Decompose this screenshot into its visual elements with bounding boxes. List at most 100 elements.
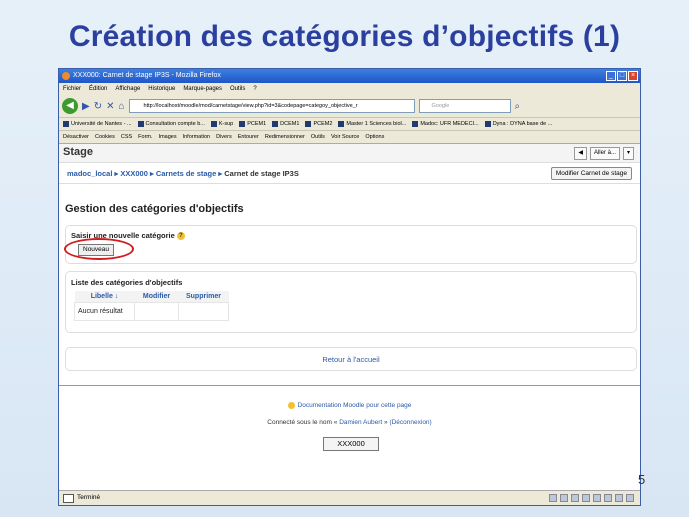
page-icon: [210, 120, 217, 127]
search-icon[interactable]: ⌕: [515, 101, 521, 112]
bookmark-item[interactable]: PCEM1: [239, 118, 266, 130]
slide-title: Création des catégories d’objectifs (1): [68, 20, 621, 53]
menu-fichier[interactable]: Fichier: [63, 83, 81, 95]
addon-icon[interactable]: [571, 494, 579, 502]
footer-divider: [59, 385, 640, 386]
menu-bar: Fichier Édition Affichage Historique Mar…: [59, 83, 640, 95]
dev-item[interactable]: Cookies: [95, 131, 115, 143]
developer-toolbar: Désactiver Cookies CSS Form. Images Info…: [59, 131, 640, 144]
prev-arrow-icon[interactable]: ◀: [574, 147, 587, 160]
addon-icon[interactable]: [604, 494, 612, 502]
menu-outils[interactable]: Outils: [230, 83, 245, 95]
url-bar[interactable]: http://localhost/moodle/mod/carnetstage/…: [128, 99, 415, 113]
doc-link[interactable]: Documentation Moodle pour cette page: [298, 402, 412, 409]
window-title: XXX000: Carnet de stage IP3S - Mozilla F…: [73, 72, 221, 79]
page-icon: [338, 120, 345, 127]
bookmark-item[interactable]: Consultation compte b...: [137, 118, 205, 130]
stop-icon[interactable]: ✕: [106, 101, 114, 112]
page-icon: [412, 120, 419, 127]
bookmark-item[interactable]: K-sup: [210, 118, 233, 130]
menu-edition[interactable]: Édition: [89, 83, 107, 95]
section-title: Gestion des catégories d'objectifs: [65, 203, 244, 215]
breadcrumb-link[interactable]: XXX000: [120, 169, 148, 178]
home-icon[interactable]: ⌂: [118, 101, 124, 112]
table-cell: [178, 302, 229, 321]
breadcrumb: madoc_local ▸ XXX000 ▸ Carnets de stage …: [59, 163, 640, 184]
addon-icon[interactable]: [615, 494, 623, 502]
menu-affichage[interactable]: Affichage: [115, 83, 140, 95]
breadcrumb-link[interactable]: madoc_local: [67, 169, 112, 178]
bookmark-item[interactable]: Master 1 Sciences biol...: [338, 118, 406, 130]
addon-icon[interactable]: [593, 494, 601, 502]
slide-page-number: 5: [638, 472, 646, 487]
page-status-icon: [63, 494, 74, 503]
jump-select[interactable]: Aller à...: [589, 147, 620, 160]
forward-arrow-icon[interactable]: ▶: [82, 101, 90, 112]
dev-item[interactable]: Options: [365, 131, 384, 143]
dev-item[interactable]: CSS: [121, 131, 132, 143]
column-libelle[interactable]: Libelle ↓: [74, 291, 135, 303]
category-table: Libelle ↓ Modifier Supprimer Aucun résul…: [74, 291, 229, 321]
user-link[interactable]: Damien Aubert: [339, 419, 382, 426]
breadcrumb-current: Carnet de stage IP3S: [224, 169, 299, 178]
dev-item[interactable]: Divers: [216, 131, 232, 143]
reload-icon[interactable]: ↻: [94, 101, 102, 112]
dev-item[interactable]: Redimensionner: [265, 131, 305, 143]
logout-link[interactable]: (Déconnexion): [389, 419, 431, 426]
page-header-title: Stage: [63, 146, 93, 158]
dev-item[interactable]: Entourer: [238, 131, 259, 143]
search-input[interactable]: Google: [418, 99, 511, 113]
chevron-down-icon[interactable]: ▾: [622, 147, 634, 160]
bookmark-item[interactable]: PCEM2: [305, 118, 332, 130]
addon-icon[interactable]: [582, 494, 590, 502]
window-titlebar: XXX000: Carnet de stage IP3S - Mozilla F…: [59, 69, 640, 83]
logged-info: Connecté sous le nom « Damien Aubert » (…: [267, 419, 432, 426]
breadcrumb-link[interactable]: Carnets de stage: [156, 169, 216, 178]
browser-window: XXX000: Carnet de stage IP3S - Mozilla F…: [58, 68, 641, 506]
addon-icon[interactable]: [626, 494, 634, 502]
course-button[interactable]: XXX000: [323, 437, 379, 451]
addon-icon[interactable]: [560, 494, 568, 502]
table-row: Aucun résultat: [74, 302, 229, 321]
edit-carnet-button[interactable]: Modifier Carnet de stage: [550, 167, 632, 180]
empty-result: Aucun résultat: [74, 302, 135, 321]
firefox-icon: [62, 72, 70, 80]
bookmark-item[interactable]: Dyna : DYNA base de ...: [484, 118, 552, 130]
bookmark-item[interactable]: DCEM1: [272, 118, 299, 130]
help-icon[interactable]: ?: [176, 232, 185, 241]
page-icon: [272, 120, 279, 127]
back-arrow-icon[interactable]: ◀: [62, 98, 78, 114]
page-icon: [239, 120, 246, 127]
dev-item[interactable]: Information: [183, 131, 211, 143]
category-list-label: Liste des catégories d'objectifs: [71, 278, 183, 287]
close-button[interactable]: ×: [628, 71, 638, 81]
navigation-toolbar: ◀ ▶ ↻ ✕ ⌂ http://localhost/moodle/mod/ca…: [59, 95, 640, 118]
highlight-circle: [64, 238, 134, 260]
doc-icon: [287, 402, 295, 409]
menu-marque-pages[interactable]: Marque-pages: [183, 83, 222, 95]
bookmark-item[interactable]: Université de Nantes - ...: [63, 118, 132, 130]
bookmark-item[interactable]: Madoc: UFR MEDECI...: [412, 118, 479, 130]
status-text: Terminé: [77, 494, 101, 501]
back-link[interactable]: Retour à l'accueil: [66, 355, 636, 364]
new-category-box: Saisir une nouvelle catégorie? Nouveau: [64, 225, 637, 264]
menu-aide[interactable]: ?: [253, 83, 256, 95]
addon-icon[interactable]: [549, 494, 557, 502]
table-cell: [134, 302, 179, 321]
column-supprimer: Supprimer: [178, 291, 229, 303]
dev-item[interactable]: Images: [159, 131, 177, 143]
page-icon: [137, 120, 144, 127]
maximize-button[interactable]: □: [617, 71, 627, 81]
page-icon: [305, 120, 312, 127]
page-icon: [63, 120, 69, 127]
page-icon: [484, 120, 491, 127]
minimize-button[interactable]: _: [606, 71, 616, 81]
dev-item[interactable]: Outils: [311, 131, 325, 143]
dev-item[interactable]: Form.: [138, 131, 152, 143]
dev-item[interactable]: Désactiver: [63, 131, 89, 143]
category-list-box: Liste des catégories d'objectifs Libelle…: [65, 271, 637, 333]
menu-historique[interactable]: Historique: [148, 83, 175, 95]
status-bar: Terminé: [59, 490, 640, 505]
page-header: Stage ◀ Aller à... ▾: [59, 144, 640, 163]
dev-item[interactable]: Voir Source: [331, 131, 359, 143]
